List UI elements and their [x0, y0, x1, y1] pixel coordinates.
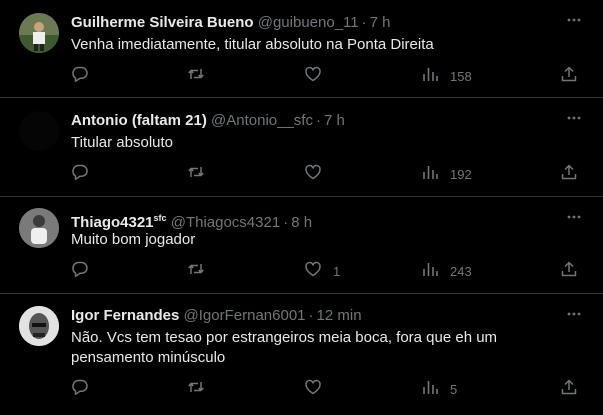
separator: ·: [361, 14, 367, 31]
avatar[interactable]: [19, 13, 59, 53]
share-button[interactable]: [560, 164, 578, 184]
handle[interactable]: @Thiagocs4321: [171, 214, 280, 231]
reply-feed: Guilherme Silveira Bueno @guibueno_11 · 7 …: [0, 0, 603, 415]
handle[interactable]: @IgorFernan6001: [184, 307, 306, 324]
action-bar: 158: [71, 66, 583, 86]
timestamp[interactable]: 7 h: [324, 112, 345, 129]
display-name[interactable]: Igor Fernandes: [71, 307, 179, 324]
tweet-text: Não. Vcs tem tesao por estrangeiros meia…: [71, 329, 498, 366]
timestamp[interactable]: 7 h: [370, 14, 391, 31]
reply-icon: [71, 260, 89, 283]
like-button[interactable]: [304, 379, 333, 399]
share-button[interactable]: [560, 261, 578, 281]
display-name[interactable]: Thiago4321: [71, 214, 154, 231]
reply-button[interactable]: [71, 261, 100, 281]
reply-button[interactable]: [71, 379, 100, 399]
action-bar: 5: [71, 379, 583, 399]
like-icon: [304, 163, 322, 186]
share-icon: [560, 163, 578, 186]
views-button[interactable]: 243: [421, 261, 472, 281]
timestamp[interactable]: 8 h: [291, 214, 312, 231]
retweet-button[interactable]: [187, 66, 216, 86]
like-button[interactable]: [304, 66, 333, 86]
avatar[interactable]: [19, 306, 59, 346]
more-icon[interactable]: [566, 306, 582, 322]
tweet[interactable]: Thiago4321sfc @Thiagocs4321 · 8 h Muito bo…: [0, 197, 603, 294]
retweet-button[interactable]: [187, 379, 216, 399]
tweet[interactable]: Guilherme Silveira Bueno @guibueno_11 · 7 …: [0, 0, 603, 98]
retweet-icon: [187, 260, 205, 283]
like-icon: [304, 65, 322, 88]
timestamp[interactable]: 12 min: [317, 307, 362, 324]
handle[interactable]: @guibueno_11: [258, 14, 359, 31]
views-button[interactable]: 192: [421, 164, 472, 184]
share-button[interactable]: [560, 379, 578, 399]
tweet-header: Antonio (faltam 21) @Antonio__sfc · 7 h: [71, 111, 543, 131]
share-icon: [560, 65, 578, 88]
display-name[interactable]: Guilherme Silveira Bueno: [71, 14, 254, 31]
separator: ·: [315, 112, 321, 129]
display-name[interactable]: Antonio (faltam 21): [71, 112, 207, 129]
like-icon: [304, 378, 322, 401]
avatar[interactable]: [19, 208, 59, 248]
tweet-text: Venha imediatamente, titular absoluto na…: [71, 36, 434, 53]
more-icon[interactable]: [566, 209, 582, 225]
reply-icon: [71, 65, 89, 88]
retweet-icon: [187, 378, 205, 401]
separator: ·: [308, 307, 314, 324]
share-icon: [560, 260, 578, 283]
tweet[interactable]: Antonio (faltam 21) @Antonio__sfc · 7 h Ti…: [0, 98, 603, 197]
views-icon: [421, 378, 439, 401]
tweet-text: Muito bom jogador: [71, 231, 196, 248]
reply-icon: [71, 163, 89, 186]
views-icon: [421, 260, 439, 283]
like-button[interactable]: [304, 164, 333, 184]
views-button[interactable]: 5: [421, 379, 457, 399]
separator: ·: [283, 214, 289, 231]
handle[interactable]: @Antonio__sfc: [211, 112, 313, 129]
like-button[interactable]: 1: [304, 261, 340, 281]
retweet-icon: [187, 65, 205, 88]
share-button[interactable]: [560, 66, 578, 86]
tweet[interactable]: Igor Fernandes @IgorFernan6001 · 12 min Nã…: [0, 294, 603, 415]
views-icon: [421, 65, 439, 88]
retweet-button[interactable]: [187, 164, 216, 184]
tweet-header: Igor Fernandes @IgorFernan6001 · 12 min: [71, 306, 543, 326]
retweet-button[interactable]: [187, 261, 216, 281]
retweet-icon: [187, 163, 205, 186]
views-icon: [421, 163, 439, 186]
reply-icon: [71, 378, 89, 401]
reply-button[interactable]: [71, 164, 100, 184]
avatar[interactable]: [19, 111, 59, 151]
view-count: 243: [450, 263, 472, 279]
tweet-header: Guilherme Silveira Bueno @guibueno_11 · 7 …: [71, 13, 543, 33]
view-count: 192: [450, 166, 472, 182]
views-button[interactable]: 158: [421, 66, 472, 86]
view-count: 158: [450, 68, 472, 84]
view-count: 5: [450, 381, 458, 397]
more-icon[interactable]: [566, 110, 582, 126]
action-bar: 192: [71, 164, 583, 184]
more-icon[interactable]: [566, 12, 582, 28]
action-bar: 1 243: [71, 261, 583, 281]
like-count: 1: [333, 263, 341, 279]
tweet-text: Titular absoluto: [71, 134, 173, 151]
share-icon: [560, 378, 578, 401]
like-icon: [304, 260, 322, 283]
reply-button[interactable]: [71, 66, 100, 86]
name-badge: sfc: [153, 213, 167, 223]
